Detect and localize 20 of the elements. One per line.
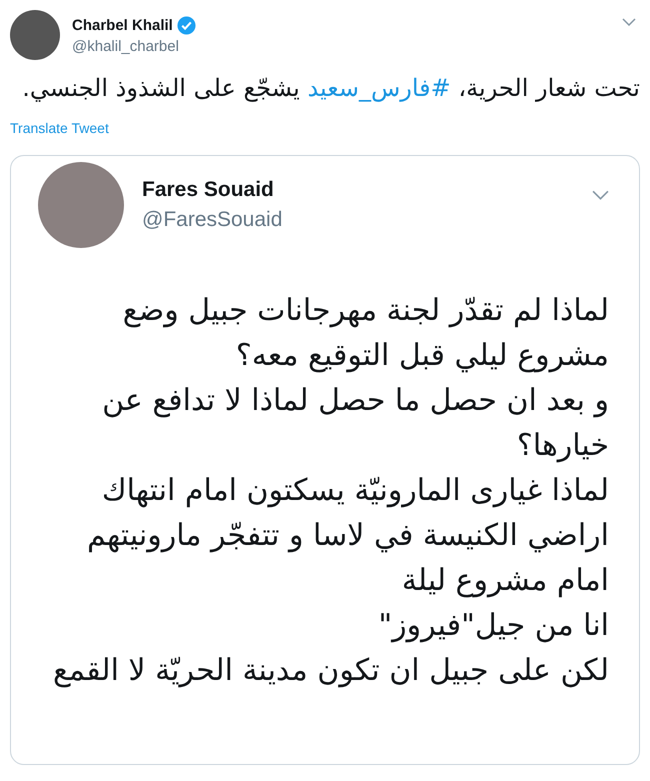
tweet-text: تحت شعار الحرية، #فارس_سعيد يشجّع على الشذوذ الجنسي. xyxy=(21,74,640,102)
quoted-tweet-card[interactable] xyxy=(10,155,640,765)
quoted-text-line: مشروع ليلي قبل التوقيع معه؟ xyxy=(234,337,609,375)
quoted-text-line: لماذا غيارى المارونيّة يسكتون امام انتهاك xyxy=(100,472,609,510)
hashtag-link[interactable]: #فارس_سعيد xyxy=(307,74,451,102)
chevron-down-icon[interactable] xyxy=(622,18,636,26)
quoted-text-line: لماذا لم تقدّر لجنة مهرجانات جبيل وضع xyxy=(122,292,609,330)
avatar[interactable] xyxy=(10,10,60,60)
author-name[interactable]: Charbel Khalil xyxy=(72,17,173,34)
quoted-text-line: لكن على جبيل ان تكون مدينة الحريّة لا القمع xyxy=(52,652,609,690)
quoted-text-line: انا من جيل"فيروز" xyxy=(377,607,609,645)
quoted-text-line: امام مشروع ليلة xyxy=(400,562,609,600)
quoted-text-line: خيارها؟ xyxy=(516,427,609,465)
translate-link[interactable]: Translate Tweet xyxy=(10,120,109,136)
quoted-text-line: و بعد ان حصل ما حصل لماذا لا تدافع عن xyxy=(101,382,609,420)
chevron-down-icon[interactable] xyxy=(592,190,609,200)
author-handle: @FaresSouaid xyxy=(142,208,284,232)
quoted-text-line: اراضي الكنيسة في لاسا و تتفجّر مارونيتهم xyxy=(86,517,609,555)
author-name: Fares Souaid xyxy=(142,178,274,202)
author-handle[interactable]: @khalil_charbel xyxy=(72,38,610,55)
